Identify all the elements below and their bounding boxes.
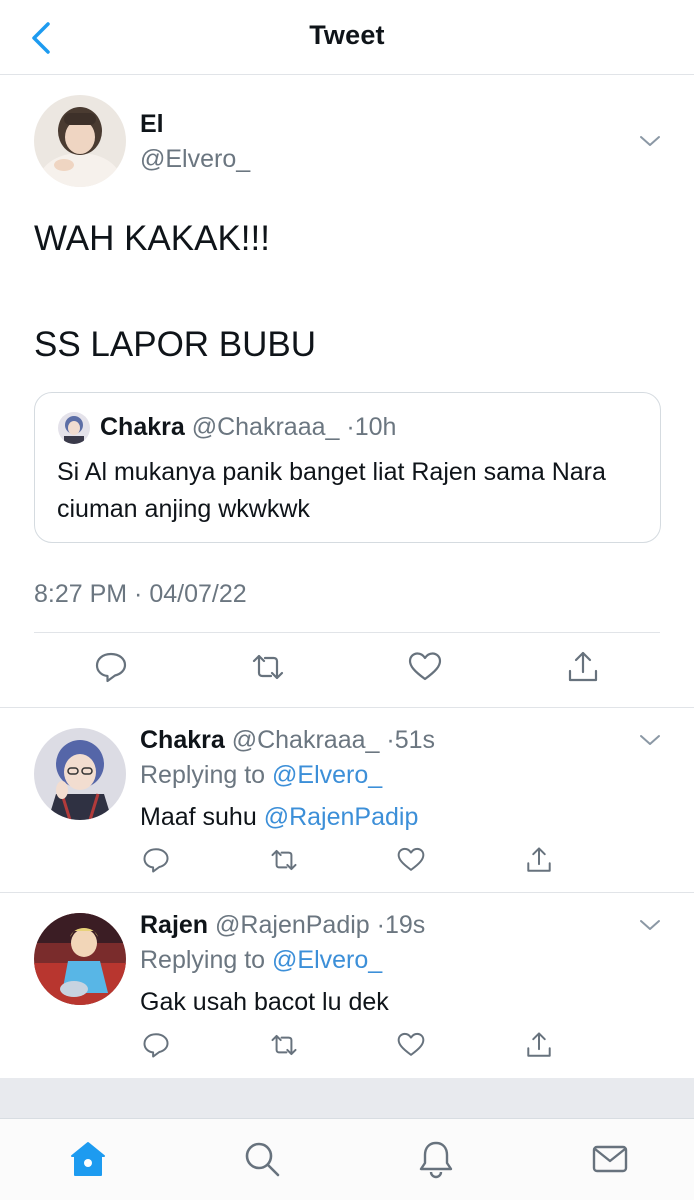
chevron-down-icon bbox=[640, 735, 660, 745]
avatar[interactable] bbox=[34, 913, 126, 1005]
reply-icon bbox=[143, 848, 169, 873]
quote-tweet[interactable]: Chakra @Chakraaa_ ·10h Si Al mukanya pan… bbox=[34, 392, 661, 543]
reply-actions bbox=[0, 1031, 694, 1065]
reply-button[interactable] bbox=[142, 1031, 170, 1059]
top-bar: Tweet bbox=[0, 0, 694, 75]
quote-time: 10h bbox=[354, 413, 397, 441]
main-tweet: El @Elvero_ WAH KAKAK!!! SS LAPOR BUBU C… bbox=[0, 75, 694, 707]
share-button[interactable] bbox=[566, 650, 600, 684]
avatar-image bbox=[34, 95, 126, 187]
separator-dot: · bbox=[376, 911, 385, 939]
nav-home[interactable] bbox=[68, 1139, 108, 1179]
retweet-icon bbox=[252, 654, 284, 680]
reply-header: Rajen @RajenPadip ·19s bbox=[140, 911, 425, 940]
page-title: Tweet bbox=[309, 20, 385, 50]
share-button[interactable] bbox=[525, 1031, 553, 1059]
mention-link[interactable]: @Elvero_ bbox=[272, 761, 382, 789]
nav-messages[interactable] bbox=[590, 1139, 630, 1179]
chevron-down-icon bbox=[640, 920, 660, 930]
divider bbox=[34, 632, 660, 633]
retweet-button[interactable] bbox=[270, 846, 298, 874]
retweet-button[interactable] bbox=[251, 650, 285, 684]
nav-search[interactable] bbox=[242, 1139, 282, 1179]
reply-button[interactable] bbox=[142, 846, 170, 874]
reply-icon bbox=[143, 1033, 169, 1058]
separator-dot: · bbox=[386, 726, 395, 754]
share-icon bbox=[527, 1032, 551, 1057]
reply-actions bbox=[0, 846, 694, 880]
bottom-nav bbox=[0, 1118, 694, 1200]
reply-text: Maaf suhu @RajenPadip bbox=[140, 803, 418, 832]
share-icon bbox=[568, 651, 598, 682]
reply-header: Chakra @Chakraaa_ ·51s bbox=[140, 726, 435, 755]
more-options-button[interactable] bbox=[638, 917, 662, 933]
more-options-button[interactable] bbox=[638, 133, 662, 149]
reply-tweet[interactable]: Chakra @Chakraaa_ ·51s Replying to @Elve… bbox=[0, 708, 694, 893]
reply-button[interactable] bbox=[94, 650, 128, 684]
reply-time: 51s bbox=[394, 726, 435, 754]
reply-icon bbox=[95, 652, 127, 683]
replying-label: Replying to bbox=[140, 946, 266, 974]
like-button[interactable] bbox=[397, 1031, 425, 1059]
quote-text: Si Al mukanya panik banget liat Rajen sa… bbox=[57, 458, 606, 523]
replying-to: Replying to @Elvero_ bbox=[140, 761, 382, 790]
avatar-image bbox=[34, 913, 126, 1005]
avatar[interactable] bbox=[34, 728, 126, 820]
like-button[interactable] bbox=[397, 846, 425, 874]
messages-icon bbox=[592, 1145, 628, 1173]
replying-label: Replying to bbox=[140, 761, 266, 789]
share-icon bbox=[527, 847, 551, 872]
avatar[interactable] bbox=[34, 95, 126, 187]
retweet-icon bbox=[271, 1034, 297, 1056]
like-icon bbox=[397, 847, 425, 871]
reply-author-handle[interactable]: @Chakraaa_ bbox=[232, 726, 380, 754]
author-name[interactable]: El bbox=[140, 110, 164, 139]
tweet-actions bbox=[0, 650, 694, 690]
quote-author-handle: @Chakraaa_ bbox=[191, 413, 340, 441]
retweet-icon bbox=[271, 849, 297, 871]
tweet-timestamp: 8:27 PM · 04/07/22 bbox=[34, 580, 247, 608]
reply-author-handle[interactable]: @RajenPadip bbox=[215, 911, 370, 939]
retweet-button[interactable] bbox=[270, 1031, 298, 1059]
author-handle[interactable]: @Elvero_ bbox=[140, 145, 250, 174]
avatar-image bbox=[34, 728, 126, 820]
reply-text: Gak usah bacot lu dek bbox=[140, 988, 389, 1016]
mention-link[interactable]: @RajenPadip bbox=[264, 803, 419, 831]
replying-to: Replying to @Elvero_ bbox=[140, 946, 382, 975]
chevron-down-icon bbox=[640, 136, 660, 146]
feed-end-spacer bbox=[0, 1078, 694, 1118]
reply-text-content: Maaf suhu bbox=[140, 803, 257, 831]
search-icon bbox=[245, 1142, 280, 1177]
like-icon bbox=[408, 652, 442, 681]
like-button[interactable] bbox=[408, 650, 442, 684]
reply-author-name[interactable]: Chakra bbox=[140, 726, 225, 754]
notifications-icon bbox=[419, 1141, 453, 1179]
quote-author-name: Chakra bbox=[100, 413, 185, 441]
share-button[interactable] bbox=[525, 846, 553, 874]
home-icon bbox=[71, 1142, 105, 1176]
like-icon bbox=[397, 1032, 425, 1056]
separator-dot: · bbox=[346, 413, 355, 441]
quote-avatar bbox=[58, 412, 90, 444]
tweet-text-line: WAH KAKAK!!! bbox=[34, 219, 270, 258]
tweet-text-line: SS LAPOR BUBU bbox=[34, 325, 317, 364]
avatar-image bbox=[58, 412, 90, 444]
more-options-button[interactable] bbox=[638, 732, 662, 748]
reply-time: 19s bbox=[384, 911, 426, 939]
mention-link[interactable]: @Elvero_ bbox=[272, 946, 382, 974]
quote-header: Chakra @Chakraaa_ ·10h bbox=[100, 413, 396, 442]
nav-notifications[interactable] bbox=[416, 1139, 456, 1179]
reply-tweet[interactable]: Rajen @RajenPadip ·19s Replying to @Elve… bbox=[0, 893, 694, 1078]
reply-author-name[interactable]: Rajen bbox=[140, 911, 208, 939]
